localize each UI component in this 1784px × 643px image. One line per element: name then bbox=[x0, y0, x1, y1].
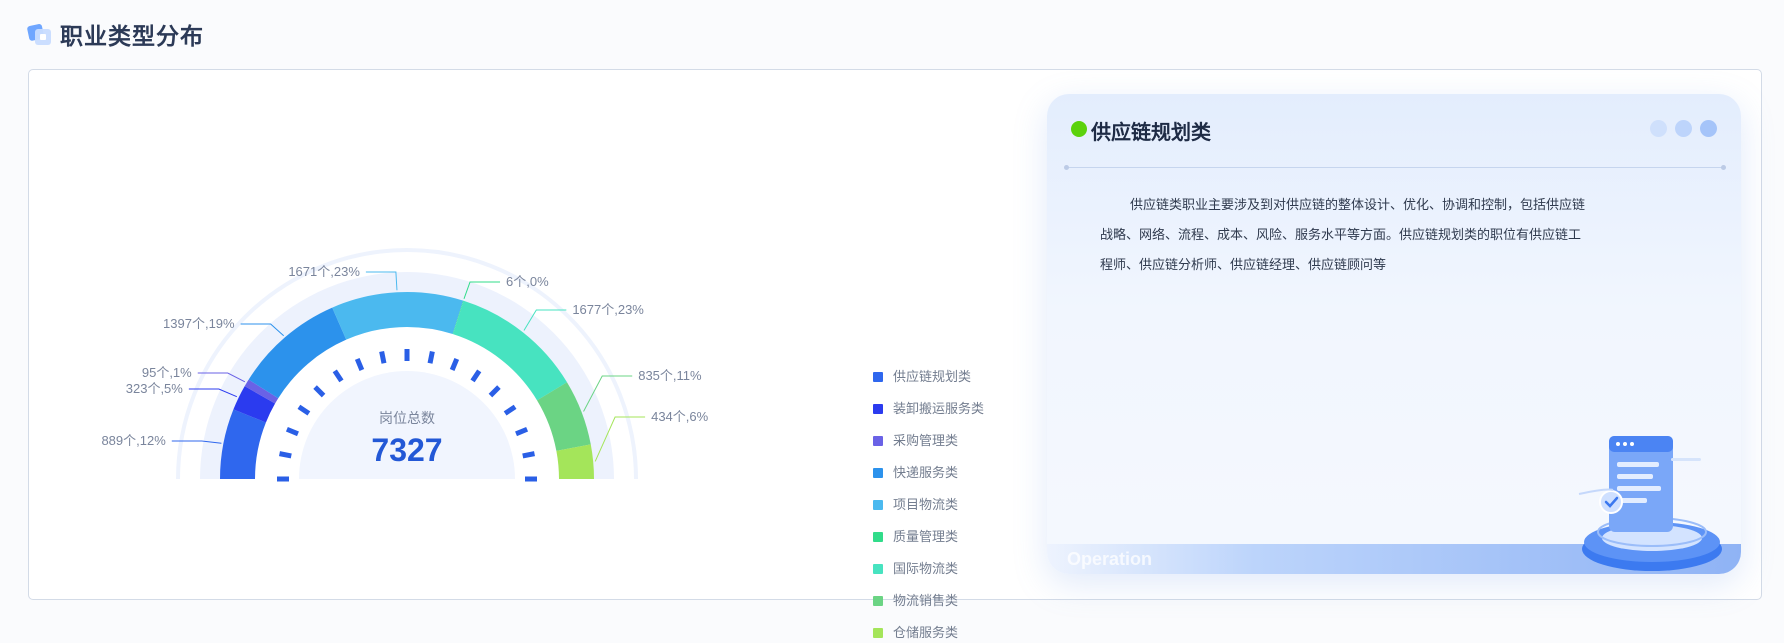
detail-card: 供应链规划类 供应链类职业主要涉及到对供应链的整体设计、优化、协调和控制，包括供… bbox=[1047, 94, 1741, 574]
legend-swatch bbox=[873, 404, 883, 414]
data-label-1: 889个,12% bbox=[101, 433, 166, 448]
gauge-tick bbox=[279, 451, 292, 459]
data-label-6: 6个,0% bbox=[506, 274, 549, 289]
legend-label: 项目物流类 bbox=[893, 497, 959, 512]
legend-swatch bbox=[873, 564, 883, 574]
data-label-2: 323个,5% bbox=[126, 381, 184, 396]
gauge-tick bbox=[522, 451, 535, 459]
gauge-tick bbox=[427, 351, 435, 364]
document-check-illustration bbox=[1578, 436, 1722, 571]
legend-swatch bbox=[873, 532, 883, 542]
legend-swatch bbox=[873, 596, 883, 606]
data-label-8: 835个,11% bbox=[638, 368, 702, 383]
legend-swatch bbox=[873, 468, 883, 478]
legend-swatch bbox=[873, 500, 883, 510]
detail-card-description: 供应链类职业主要涉及到对供应链的整体设计、优化、协调和控制，包括供应链战略、网络… bbox=[1100, 197, 1586, 272]
legend-swatch bbox=[873, 628, 883, 638]
data-label-3: 95个,1% bbox=[142, 365, 192, 380]
data-label-7: 1677个,23% bbox=[572, 302, 644, 317]
data-label-4: 1397个,19% bbox=[163, 316, 235, 331]
legend-label: 质量管理类 bbox=[893, 529, 959, 544]
legend-label: 仓储服务类 bbox=[893, 625, 959, 640]
legend-swatch bbox=[873, 436, 883, 446]
category-icon bbox=[27, 24, 51, 45]
card-watermark: Operation bbox=[1067, 549, 1153, 569]
legend-label: 采购管理类 bbox=[893, 433, 959, 448]
window-dot-3 bbox=[1700, 120, 1717, 137]
window-dot-2 bbox=[1675, 120, 1692, 137]
total-label: 岗位总数 bbox=[379, 410, 435, 426]
legend-swatch bbox=[873, 372, 883, 382]
page-title: 职业类型分布 bbox=[60, 23, 204, 49]
gauge-tick bbox=[379, 351, 387, 364]
legend-label: 快递服务类 bbox=[893, 465, 959, 480]
data-label-5: 1671个,23% bbox=[288, 264, 360, 279]
detail-card-title: 供应链规划类 bbox=[1091, 122, 1211, 144]
legend-label: 装卸搬运服务类 bbox=[893, 401, 985, 416]
legend-label: 供应链规划类 bbox=[893, 369, 972, 384]
window-dot-1 bbox=[1650, 120, 1667, 137]
status-dot bbox=[1071, 121, 1087, 137]
legend-label: 国际物流类 bbox=[893, 561, 959, 576]
total-value: 7327 bbox=[371, 432, 442, 468]
donut-chart: 岗位总数 7327 889个,12% 323个,5%95个,1% 1397个,19% 16… bbox=[101, 248, 709, 482]
card-divider bbox=[1064, 165, 1726, 170]
data-label-9: 434个,6% bbox=[651, 409, 709, 424]
legend-label: 物流销售类 bbox=[893, 593, 959, 608]
